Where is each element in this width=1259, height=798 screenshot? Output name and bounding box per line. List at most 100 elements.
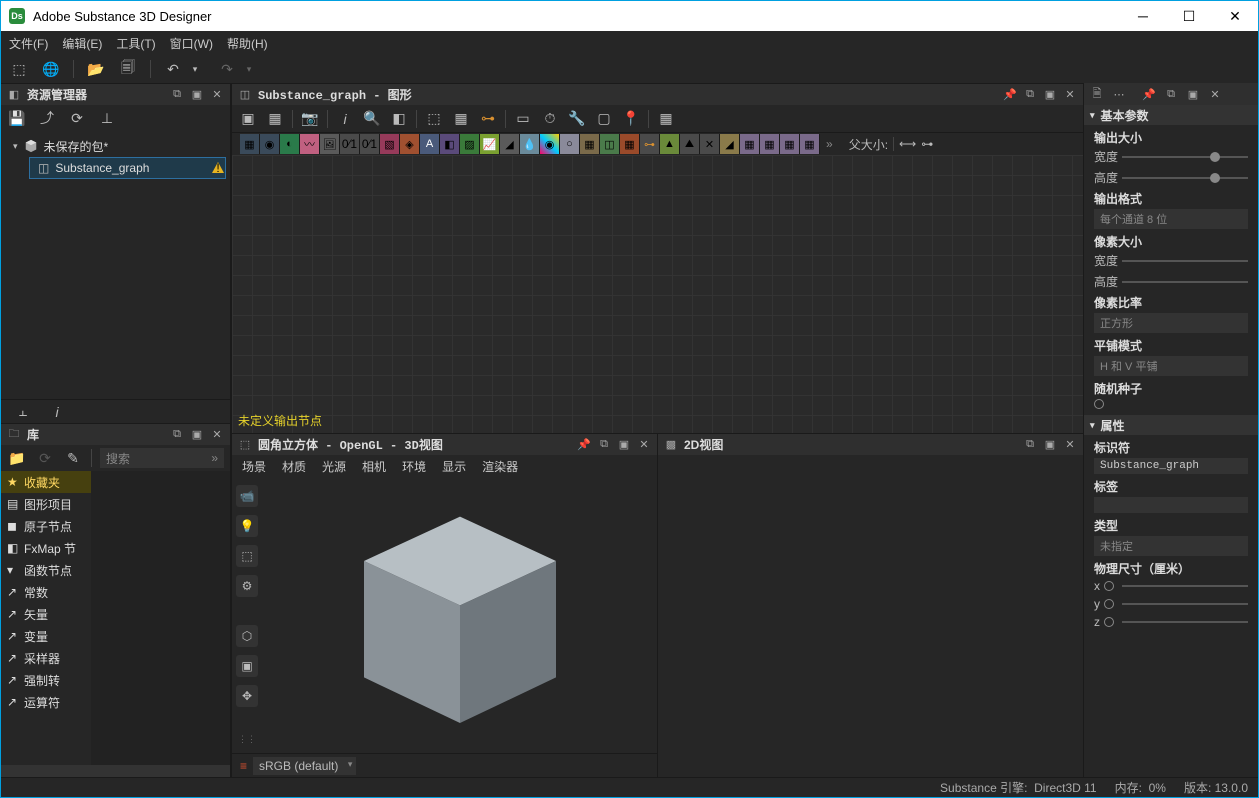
height-slider[interactable] xyxy=(1122,177,1248,179)
palette-node-6[interactable]: 0⁄1 xyxy=(340,134,360,154)
view3d-viewport[interactable] xyxy=(262,477,657,753)
expand-icon[interactable]: ▾ xyxy=(13,141,18,152)
i-icon[interactable]: i xyxy=(335,109,355,129)
palette-node-27[interactable]: ▦ xyxy=(760,134,780,154)
light-icon[interactable]: 💡 xyxy=(236,515,258,537)
palette-node-28[interactable]: ▦ xyxy=(780,134,800,154)
pixel-ratio-field[interactable]: 正方形 xyxy=(1094,313,1248,333)
package-row[interactable]: ▾ 未保存的包* xyxy=(1,135,230,157)
palette-node-12[interactable]: ▨ xyxy=(460,134,480,154)
align-icon[interactable]: ▭ xyxy=(513,109,533,129)
palette-node-5[interactable]: 🖼 xyxy=(320,134,340,154)
palette-node-29[interactable]: ▦ xyxy=(800,134,820,154)
menu-help[interactable]: 帮助(H) xyxy=(227,35,268,52)
palette-node-11[interactable]: ◧ xyxy=(440,134,460,154)
palette-more-icon[interactable]: » xyxy=(820,137,839,151)
palette-node-20[interactable]: ▦ xyxy=(620,134,640,154)
panel-max-icon[interactable]: ▣ xyxy=(1043,438,1057,452)
menu-tools[interactable]: 工具(T) xyxy=(116,35,155,52)
width-slider[interactable] xyxy=(1122,156,1248,158)
palette-node-23[interactable]: ⛰ xyxy=(680,134,700,154)
export-icon[interactable]: ⤴ xyxy=(37,108,57,128)
palette-node-16[interactable]: ◉ xyxy=(540,134,560,154)
menu-edit[interactable]: 编辑(E) xyxy=(62,35,102,52)
phys-y-slider[interactable] xyxy=(1122,603,1248,605)
edit-icon[interactable]: ✎ xyxy=(63,448,83,468)
gear-icon[interactable]: ⚙ xyxy=(236,575,258,597)
px-width-slider[interactable] xyxy=(1122,260,1248,262)
library-category-10[interactable]: ↗运算符 xyxy=(1,691,91,713)
palette-node-18[interactable]: ▦ xyxy=(580,134,600,154)
palette-node-9[interactable]: ◈ xyxy=(400,134,420,154)
highlight-icon[interactable]: ◧ xyxy=(389,109,409,129)
pin-icon[interactable]: 📌 xyxy=(577,438,591,452)
panel-close-icon[interactable]: ✕ xyxy=(210,88,224,102)
parent-size-width-icon[interactable]: ⟷ xyxy=(899,137,916,151)
palette-node-25[interactable]: ◢ xyxy=(720,134,740,154)
camera-icon[interactable]: 📹 xyxy=(236,485,258,507)
menu-material[interactable]: 材质 xyxy=(282,458,306,475)
palette-node-10[interactable]: A xyxy=(420,134,440,154)
reimport-icon[interactable]: ⟳ xyxy=(67,108,87,128)
graph-row[interactable]: ◫ Substance_graph ! xyxy=(29,157,226,179)
undo-icon[interactable]: ↶ xyxy=(163,59,183,79)
palette-node-8[interactable]: ▧ xyxy=(380,134,400,154)
panel-float-icon[interactable]: ⧉ xyxy=(1164,87,1178,101)
wrench-icon[interactable]: 🔧 xyxy=(567,109,587,129)
link-icon[interactable]: ⬚ xyxy=(424,109,444,129)
library-category-2[interactable]: ◼原子节点 xyxy=(1,515,91,537)
palette-node-19[interactable]: ◫ xyxy=(600,134,620,154)
new-from-template-icon[interactable]: 🌐 xyxy=(41,59,61,79)
new-substance-icon[interactable]: ⬚ xyxy=(9,59,29,79)
maximize-button[interactable]: ☐ xyxy=(1166,1,1212,31)
palette-node-17[interactable]: ○ xyxy=(560,134,580,154)
palette-node-22[interactable]: ▲ xyxy=(660,134,680,154)
phys-x-slider[interactable] xyxy=(1122,585,1248,587)
output-format-field[interactable]: 每个通道 8 位 xyxy=(1094,209,1248,229)
panel-close-icon[interactable]: ✕ xyxy=(210,428,224,442)
menu-camera[interactable]: 相机 xyxy=(362,458,386,475)
filter-icon[interactable]: ⫠ xyxy=(13,402,33,422)
palette-node-4[interactable]: 〰 xyxy=(300,134,320,154)
move-icon[interactable]: ✥ xyxy=(236,685,258,707)
section-basic[interactable]: ▾ 基本参数 xyxy=(1084,105,1258,125)
panel-float-icon[interactable]: ⧉ xyxy=(1023,438,1037,452)
palette-node-21[interactable]: ⊶ xyxy=(640,134,660,154)
palette-node-3[interactable]: ◐ xyxy=(280,134,300,154)
menu-light[interactable]: 光源 xyxy=(322,458,346,475)
panel-max-icon[interactable]: ▣ xyxy=(190,428,204,442)
panel-float-icon[interactable]: ⧉ xyxy=(1023,88,1037,102)
panel-close-icon[interactable]: ✕ xyxy=(1063,438,1077,452)
phys-y-radio[interactable] xyxy=(1104,599,1114,609)
palette-node-15[interactable]: 💧 xyxy=(520,134,540,154)
close-button[interactable]: ✕ xyxy=(1212,1,1258,31)
save-all-icon[interactable]: 🗐 xyxy=(118,59,138,79)
refresh-icon[interactable]: ⟳ xyxy=(35,448,55,468)
palette-node-1[interactable]: ▦ xyxy=(240,134,260,154)
panel-max-icon[interactable]: ▣ xyxy=(190,88,204,102)
panel-max-icon[interactable]: ▣ xyxy=(1186,87,1200,101)
palette-node-14[interactable]: ◢ xyxy=(500,134,520,154)
library-category-5[interactable]: ↗常数 xyxy=(1,581,91,603)
info-icon[interactable]: i xyxy=(47,402,67,422)
library-category-7[interactable]: ↗变量 xyxy=(1,625,91,647)
snapshot-icon[interactable]: 📷 xyxy=(300,109,320,129)
node-icon[interactable]: ▦ xyxy=(451,109,471,129)
panel-float-icon[interactable]: ⧉ xyxy=(170,428,184,442)
random-seed-radio[interactable] xyxy=(1094,399,1104,409)
grid-icon[interactable]: ▦ xyxy=(656,109,676,129)
menu-renderer[interactable]: 渲染器 xyxy=(482,458,518,475)
panel-max-icon[interactable]: ▣ xyxy=(1043,88,1057,102)
library-category-0[interactable]: ★收藏夹 xyxy=(1,471,91,493)
library-category-6[interactable]: ↗矢量 xyxy=(1,603,91,625)
phys-x-radio[interactable] xyxy=(1104,581,1114,591)
palette-node-2[interactable]: ◉ xyxy=(260,134,280,154)
zoom-icon[interactable]: ▦ xyxy=(265,109,285,129)
persp-icon[interactable]: ⬡ xyxy=(236,625,258,647)
menu-scene[interactable]: 场景 xyxy=(242,458,266,475)
hierarchy-icon[interactable]: ⊥ xyxy=(97,108,117,128)
pin2-icon[interactable]: 📍 xyxy=(621,109,641,129)
palette-node-26[interactable]: ▦ xyxy=(740,134,760,154)
library-category-4[interactable]: ▾函数节点 xyxy=(1,559,91,581)
more-icon[interactable]: ⋯ xyxy=(1112,87,1126,101)
